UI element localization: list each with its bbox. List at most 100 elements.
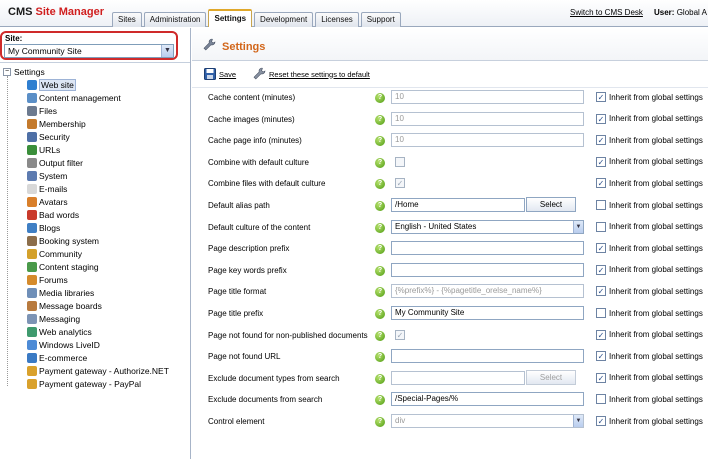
inherit-checkbox[interactable]: Inherit from global settings [596,308,703,318]
setting-input[interactable]: /Special-Pages/% [391,392,584,407]
staging-icon [27,261,37,272]
inherit-checkbox[interactable]: ✓ Inherit from global settings [596,135,703,146]
setting-checkbox[interactable] [395,156,405,167]
setting-input[interactable]: /Home [391,198,525,212]
tree-item-e-commerce[interactable]: E-commerce [27,351,87,364]
inherit-checkbox[interactable]: ✓ Inherit from global settings [596,264,703,275]
tree-item-label: Membership [39,118,86,129]
inherit-checkbox[interactable]: Inherit from global settings [596,200,703,210]
inherit-checkbox[interactable]: Inherit from global settings [596,221,703,232]
check-icon: ✓ [596,351,606,362]
setting-input[interactable]: My Community Site [391,306,584,320]
help-icon[interactable]: ? [375,222,385,233]
tree-item-booking-system[interactable]: Booking system [27,234,99,247]
help-icon[interactable]: ? [375,201,385,211]
tree-item-output-filter[interactable]: Output filter [27,156,83,169]
tree-item-media-libraries[interactable]: Media libraries [27,286,94,299]
help-icon[interactable]: ? [375,330,385,341]
tree-item-files[interactable]: Files [27,104,57,117]
inherit-checkbox[interactable]: ✓ Inherit from global settings [596,416,703,426]
setting-checkbox[interactable]: ✓ [395,178,405,189]
setting-input[interactable]: 10 [391,111,584,126]
inherit-checkbox[interactable]: ✓ Inherit from global settings [596,243,703,254]
tree-item-urls[interactable]: URLs [27,143,60,156]
tree-item-payment-gateway-paypal[interactable]: Payment gateway - PayPal [27,377,141,390]
tree-item-web-analytics[interactable]: Web analytics [27,325,92,338]
inherit-checkbox[interactable]: ✓ Inherit from global settings [596,286,703,297]
inherit-checkbox[interactable]: ✓ Inherit from global settings [596,92,703,102]
inherit-checkbox[interactable]: ✓ Inherit from global settings [596,351,703,362]
help-icon[interactable]: ? [375,395,385,406]
help-icon[interactable]: ? [375,265,385,276]
tab-development[interactable]: Development [254,12,314,27]
inherit-checkbox[interactable]: ✓ Inherit from global settings [596,156,703,167]
setting-select[interactable]: English - United States ▼ [391,219,584,234]
setting-input[interactable] [391,370,525,385]
help-icon[interactable]: ? [375,309,385,319]
tree-item-system[interactable]: System [27,169,67,182]
help-icon[interactable]: ? [375,287,385,298]
tree-root-settings[interactable]: − Settings [3,66,45,78]
setting-row: Control element? div ▼ ✓ Inherit from global… [192,412,708,433]
inherit-checkbox[interactable]: ✓ Inherit from global settings [596,372,703,383]
tree-item-membership[interactable]: Membership [27,117,86,130]
site-select[interactable]: My Community Site ▼ [4,44,174,58]
help-icon[interactable]: ? [375,136,385,147]
help-icon[interactable]: ? [375,352,385,363]
inherit-label: Inherit from global settings [609,286,703,296]
tree-item-e-mails[interactable]: E-mails [27,182,67,195]
switch-to-cms-desk-link[interactable]: Switch to CMS Desk [570,8,643,17]
help-icon[interactable]: ? [375,417,385,427]
setting-input[interactable] [391,262,584,277]
tab-settings[interactable]: Settings [208,9,253,27]
inherit-checkbox[interactable]: ✓ Inherit from global settings [596,329,703,340]
help-icon[interactable]: ? [375,244,385,255]
setting-input[interactable]: {%prefix%} - {%pagetitle_orelse_name%} [391,284,584,299]
tree-item-security[interactable]: Security [27,130,70,143]
tree-item-content-management[interactable]: Content management [27,91,121,104]
select-button[interactable]: Select [526,197,576,212]
tree-item-community[interactable]: Community [27,247,82,260]
tree-item-payment-gateway-authorize-net[interactable]: Payment gateway - Authorize.NET [27,364,169,377]
inherit-checkbox[interactable]: ✓ Inherit from global settings [596,113,703,124]
help-icon[interactable]: ? [375,157,385,168]
tree-item-windows-liveid[interactable]: Windows LiveID [27,338,100,351]
help-icon[interactable]: ? [375,373,385,384]
tree-item-bad-words[interactable]: Bad words [27,208,79,221]
tab-licenses[interactable]: Licenses [315,12,359,27]
setting-value: 10 [395,135,404,145]
inherit-checkbox[interactable]: Inherit from global settings [596,394,703,405]
save-button[interactable]: Save [204,68,236,80]
inherit-checkbox[interactable]: ✓ Inherit from global settings [596,178,703,189]
setting-input[interactable]: 10 [391,133,584,148]
check-icon: ✓ [596,329,606,340]
help-icon[interactable]: ? [375,114,385,125]
setting-checkbox[interactable]: ✓ [395,329,405,340]
tab-sites[interactable]: Sites [112,12,142,27]
media-icon [27,287,37,298]
inherit-label: Inherit from global settings [609,394,703,404]
setting-select[interactable]: div ▼ [391,414,584,428]
filter-icon [27,157,37,168]
setting-value: div [395,416,406,425]
help-icon[interactable]: ? [375,179,385,190]
tree-item-avatars[interactable]: Avatars [27,195,68,208]
tree-item-blogs[interactable]: Blogs [27,221,60,234]
select-button[interactable]: Select [526,369,576,385]
help-icon[interactable]: ? [375,93,385,103]
collapse-icon[interactable]: − [3,68,11,76]
tab-support[interactable]: Support [360,12,401,27]
setting-value: {%prefix%} - {%pagetitle_orelse_name%} [395,286,542,296]
setting-label: Page key words prefix [208,265,287,275]
setting-input[interactable] [391,241,584,256]
tree-item-message-boards[interactable]: Message boards [27,299,102,312]
setting-input[interactable] [391,349,584,364]
tab-administration[interactable]: Administration [143,12,207,27]
setting-input[interactable]: 10 [391,90,584,104]
reset-settings-button[interactable]: Reset these settings to default [252,67,370,81]
tree-item-forums[interactable]: Forums [27,273,68,286]
tree-item-web-site[interactable]: Web site [27,78,76,91]
floppy-icon [204,68,216,80]
tree-item-messaging[interactable]: Messaging [27,312,80,325]
tree-item-content-staging[interactable]: Content staging [27,260,99,273]
